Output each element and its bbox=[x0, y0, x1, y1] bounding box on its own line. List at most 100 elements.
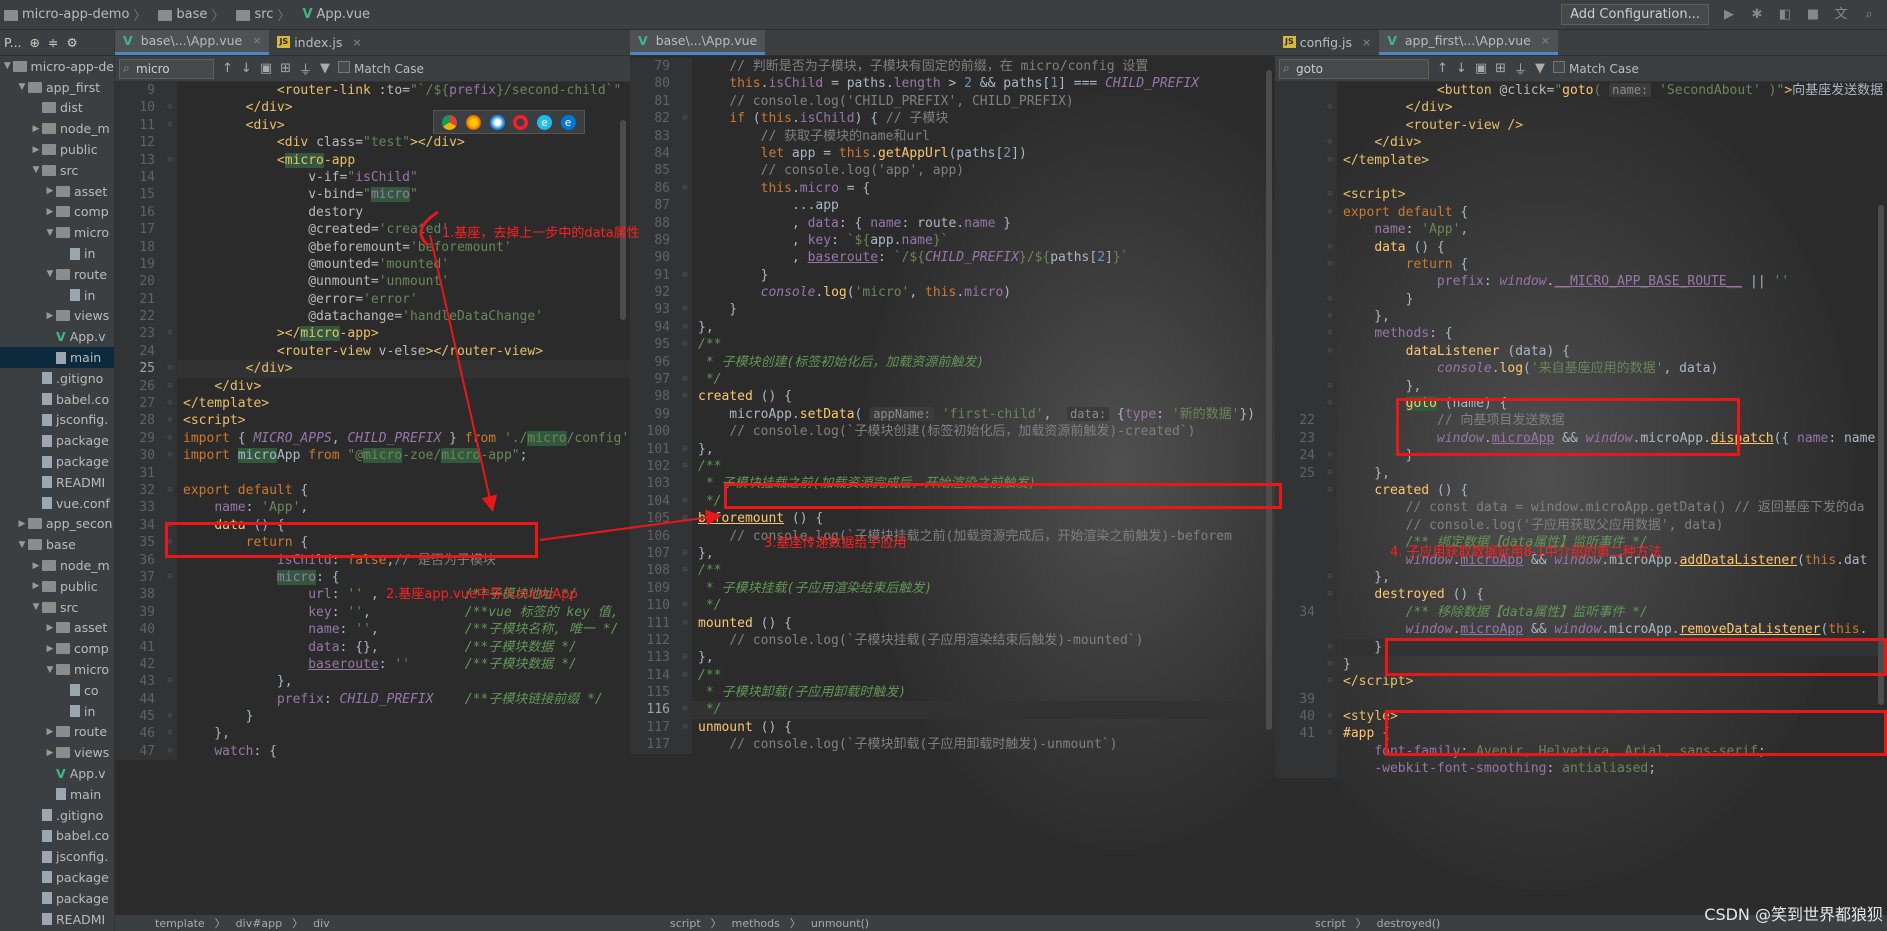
collapse-icon[interactable]: ≑ bbox=[48, 35, 58, 50]
expand-arrow-icon[interactable]: ▶ bbox=[44, 311, 56, 321]
select-all-icon[interactable]: ▣ bbox=[1475, 61, 1487, 76]
arrow-up-icon[interactable]: ↑ bbox=[222, 61, 233, 76]
tree-item[interactable]: ▶ public bbox=[0, 139, 114, 160]
breadcrumb-file[interactable]: V App.vue bbox=[298, 7, 374, 22]
scrollbar[interactable] bbox=[1878, 205, 1884, 705]
expand-arrow-icon[interactable]: ▶ bbox=[44, 748, 56, 758]
coverage-icon[interactable]: ◧ bbox=[1777, 7, 1793, 23]
internet-explorer-icon[interactable]: e bbox=[536, 114, 552, 130]
breadcrumb-src[interactable]: src 〉 bbox=[232, 5, 298, 24]
tree-item[interactable]: ▼ src bbox=[0, 597, 114, 618]
gear-icon[interactable]: ⚙ bbox=[66, 35, 77, 50]
close-icon[interactable]: × bbox=[352, 36, 361, 49]
breadcrumb-base[interactable]: base 〉 bbox=[154, 5, 232, 24]
expand-arrow-icon[interactable]: ▼ bbox=[2, 61, 13, 71]
safari-icon[interactable] bbox=[489, 114, 505, 130]
expand-arrow-icon[interactable]: ▶ bbox=[30, 561, 42, 571]
tree-item[interactable]: jsconfig. bbox=[0, 410, 114, 431]
tree-item[interactable]: in bbox=[0, 701, 114, 722]
tree-item[interactable]: READMI bbox=[0, 909, 114, 930]
tree-item[interactable]: jsconfig. bbox=[0, 846, 114, 867]
run-icon[interactable]: ▶ bbox=[1721, 7, 1737, 23]
tree-item[interactable]: babel.co bbox=[0, 389, 114, 410]
tree-item[interactable]: ▶ public bbox=[0, 576, 114, 597]
tree-item[interactable]: ▼ micro-app-de bbox=[0, 56, 114, 77]
filter-funnel-icon[interactable]: ▼ bbox=[1535, 61, 1545, 76]
tree-item[interactable]: V App.v bbox=[0, 326, 114, 347]
scrollbar[interactable] bbox=[1266, 70, 1272, 730]
tree-item[interactable]: main bbox=[0, 347, 114, 368]
firefox-icon[interactable] bbox=[465, 114, 481, 130]
tree-item[interactable]: ▶ comp bbox=[0, 202, 114, 223]
tree-item[interactable]: ▼ base bbox=[0, 534, 114, 555]
tab-base-app-vue[interactable]: Vbase\...\App.vue bbox=[630, 30, 766, 55]
expand-arrow-icon[interactable]: ▶ bbox=[30, 145, 42, 155]
filter-icon[interactable]: ⏚ bbox=[1514, 59, 1527, 78]
tree-item[interactable]: ▶ asset bbox=[0, 181, 114, 202]
arrow-down-icon[interactable]: ↓ bbox=[1456, 61, 1467, 76]
tree-item[interactable]: ▼ src bbox=[0, 160, 114, 181]
search-input[interactable]: goto bbox=[1279, 58, 1429, 79]
match-case-checkbox[interactable]: Match Case bbox=[1553, 61, 1639, 76]
expand-arrow-icon[interactable]: ▼ bbox=[44, 269, 56, 279]
code-editor[interactable]: 79 // 判断是否为子模块，子模块有固定的前缀，在 micro/config … bbox=[630, 58, 1275, 754]
tree-item[interactable]: READMI bbox=[0, 472, 114, 493]
tree-item[interactable]: ▼ micro bbox=[0, 222, 114, 243]
scrollbar[interactable] bbox=[620, 120, 626, 320]
expand-arrow-icon[interactable]: ▼ bbox=[16, 540, 28, 550]
tree-item[interactable]: ▶ views bbox=[0, 306, 114, 327]
match-case-checkbox[interactable]: Match Case bbox=[338, 61, 424, 76]
tree-item[interactable]: ▶ node_m bbox=[0, 118, 114, 139]
tree-item[interactable]: package bbox=[0, 451, 114, 472]
expand-arrow-icon[interactable]: ▶ bbox=[30, 124, 42, 134]
tree-item[interactable]: ▼ micro bbox=[0, 659, 114, 680]
select-all-icon[interactable]: ▣ bbox=[260, 61, 272, 76]
tree-item[interactable]: ▶ route bbox=[0, 722, 114, 743]
chrome-icon[interactable] bbox=[442, 114, 458, 130]
project-panel-title[interactable]: P... bbox=[4, 35, 22, 50]
tree-item[interactable]: vue.conf bbox=[0, 493, 114, 514]
tree-item[interactable]: ▶ app_secon bbox=[0, 514, 114, 535]
search-everywhere-icon[interactable]: ⌕ bbox=[1861, 7, 1877, 23]
search-input[interactable]: micro bbox=[119, 58, 214, 79]
tree-item[interactable]: babel.co bbox=[0, 825, 114, 846]
translate-icon[interactable]: 文 bbox=[1833, 7, 1849, 23]
stop-icon[interactable]: ■ bbox=[1805, 7, 1821, 23]
add-configuration-button[interactable]: Add Configuration... bbox=[1561, 4, 1709, 25]
locate-icon[interactable]: ⊕ bbox=[30, 35, 40, 50]
breadcrumb-project[interactable]: micro-app-demo 〉 bbox=[0, 5, 154, 24]
debug-icon[interactable]: ✱ bbox=[1749, 7, 1765, 23]
expand-arrow-icon[interactable]: ▶ bbox=[30, 581, 42, 591]
tree-item[interactable]: .gitigno bbox=[0, 368, 114, 389]
filter-icon[interactable]: ⏚ bbox=[299, 59, 312, 78]
expand-arrow-icon[interactable]: ▼ bbox=[44, 665, 56, 675]
opera-icon[interactable] bbox=[513, 114, 529, 130]
tree-item[interactable]: co bbox=[0, 680, 114, 701]
tree-item[interactable]: ▼ app_first bbox=[0, 77, 114, 98]
expand-arrow-icon[interactable]: ▶ bbox=[44, 186, 56, 196]
expand-arrow-icon[interactable]: ▶ bbox=[44, 727, 56, 737]
close-icon[interactable]: × bbox=[1541, 34, 1550, 47]
filter-funnel-icon[interactable]: ▼ bbox=[320, 61, 330, 76]
tree-item[interactable]: package bbox=[0, 430, 114, 451]
close-icon[interactable]: × bbox=[252, 34, 261, 47]
code-editor[interactable]: 9 <router-link :to="`/${prefix}/second-c… bbox=[115, 82, 630, 761]
tree-item[interactable]: package bbox=[0, 867, 114, 888]
tree-item[interactable]: ▼ route bbox=[0, 264, 114, 285]
tree-item[interactable]: in bbox=[0, 285, 114, 306]
expand-arrow-icon[interactable]: ▼ bbox=[44, 228, 56, 238]
tree-item[interactable]: ▶ comp bbox=[0, 638, 114, 659]
expand-arrow-icon[interactable]: ▼ bbox=[30, 602, 42, 612]
expand-arrow-icon[interactable]: ▶ bbox=[44, 644, 56, 654]
close-icon[interactable]: × bbox=[1362, 36, 1371, 49]
tree-item[interactable]: ▶ views bbox=[0, 742, 114, 763]
arrow-down-icon[interactable]: ↓ bbox=[241, 61, 252, 76]
tree-item[interactable]: V App.v bbox=[0, 763, 114, 784]
expand-arrow-icon[interactable]: ▼ bbox=[30, 165, 42, 175]
expand-arrow-icon[interactable]: ▼ bbox=[16, 82, 28, 92]
expand-arrow-icon[interactable]: ▶ bbox=[16, 519, 28, 529]
tab-config-js[interactable]: JS config.js × bbox=[1275, 30, 1379, 55]
add-occurrence-icon[interactable]: ⊞ bbox=[280, 61, 291, 76]
tree-item[interactable]: main bbox=[0, 784, 114, 805]
tree-item[interactable]: ▶ asset bbox=[0, 618, 114, 639]
